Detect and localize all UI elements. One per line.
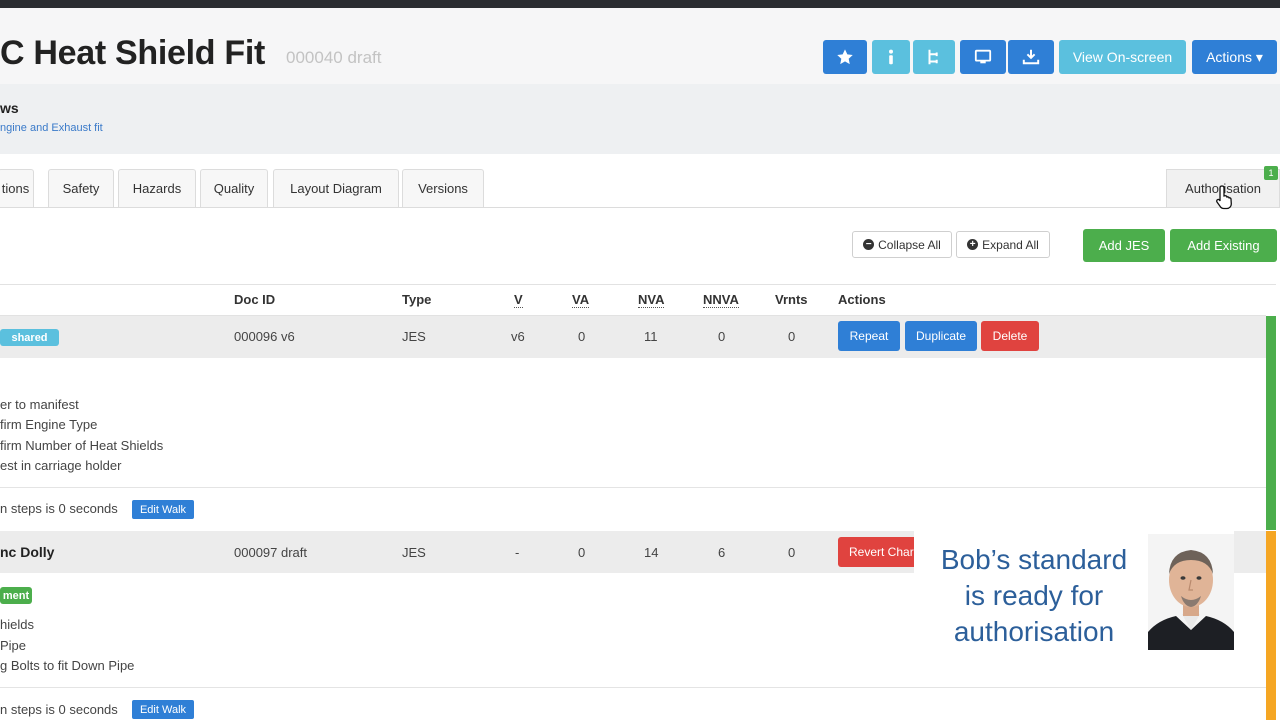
status-badge: ment — [0, 587, 32, 604]
view-onscreen-button[interactable]: View On-screen — [1059, 40, 1186, 74]
collapse-all-button[interactable]: − Collapse All — [852, 231, 952, 258]
document-section-title: ws — [0, 100, 19, 116]
step-item: g Bolts to fit Down Pipe — [0, 658, 135, 673]
walk-time-text: n steps is 0 seconds — [0, 501, 118, 516]
download-icon — [1022, 49, 1040, 65]
table-row[interactable] — [0, 316, 1266, 358]
edit-walk-button[interactable]: Edit Walk — [132, 500, 194, 519]
edit-walk-button[interactable]: Edit Walk — [132, 700, 194, 719]
row-nva: 14 — [644, 545, 659, 560]
table-header-top-border — [0, 284, 1276, 285]
overlay-line-1: Bob’s standard — [940, 544, 1128, 575]
tab-options[interactable]: tions — [0, 169, 34, 207]
hierarchy-button[interactable] — [913, 40, 955, 74]
row-type: JES — [402, 545, 426, 560]
expand-all-button[interactable]: + Expand All — [956, 231, 1050, 258]
row-name: nc Dolly — [0, 544, 55, 560]
column-v: V — [514, 292, 523, 308]
column-va: VA — [572, 292, 590, 308]
step-item: firm Engine Type — [0, 417, 98, 432]
monitor-icon — [974, 49, 992, 64]
step-item: est in carriage holder — [0, 458, 122, 473]
step-item: firm Number of Heat Shields — [0, 438, 164, 453]
repeat-button[interactable]: Repeat — [838, 321, 900, 351]
tab-safety[interactable]: Safety — [48, 169, 114, 207]
revert-changes-button[interactable]: Revert Char — [838, 537, 918, 567]
shared-badge: shared — [0, 329, 59, 346]
step-item: hields — [0, 617, 34, 632]
document-info: ws ngine and Exhaust fit — [0, 84, 1280, 154]
column-nva: NVA — [638, 292, 665, 308]
step-item: Pipe — [0, 638, 27, 653]
tab-versions[interactable]: Versions — [402, 169, 484, 207]
presenter-photo — [1148, 534, 1234, 650]
row-nnva: 0 — [718, 329, 726, 344]
duplicate-button[interactable]: Duplicate — [905, 321, 977, 351]
delete-button[interactable]: Delete — [981, 321, 1039, 351]
row-nva: 11 — [644, 329, 658, 344]
row-doc-id: 000097 draft — [234, 545, 308, 560]
overlay-caption: Bob’s standard is ready for authorisatio… — [914, 542, 1154, 650]
row-v: v6 — [511, 329, 525, 344]
tab-quality[interactable]: Quality — [200, 169, 268, 207]
row-v: - — [515, 545, 520, 560]
plus-circle-icon: + — [967, 239, 979, 250]
add-existing-button[interactable]: Add Existing — [1170, 229, 1277, 262]
walk-time-text: n steps is 0 seconds — [0, 702, 118, 717]
page-title: C Heat Shield Fit — [0, 34, 266, 72]
step-item: er to manifest — [0, 397, 79, 412]
row-status-bar — [1266, 531, 1276, 720]
row-status-bar — [1266, 316, 1276, 530]
tab-hazards[interactable]: Hazards — [118, 169, 196, 207]
tab-layout-diagram[interactable]: Layout Diagram — [273, 169, 399, 207]
row-doc-id: 000096 v6 — [234, 329, 295, 344]
expand-all-label: Expand All — [982, 237, 1039, 252]
page-doc-id: 000040 draft — [286, 48, 382, 67]
column-type: Type — [402, 292, 432, 307]
video-caption-overlay: Bob’s standard is ready for authorisatio… — [914, 516, 1234, 660]
row-type: JES — [402, 329, 426, 344]
star-icon — [837, 49, 853, 65]
column-doc-id: Doc ID — [234, 292, 276, 307]
row-nnva: 6 — [718, 545, 726, 560]
row-divider — [0, 687, 1266, 688]
column-variants: Vrnts — [775, 292, 808, 307]
info-button[interactable] — [872, 40, 910, 74]
row-variants: 0 — [788, 329, 796, 344]
tree-icon — [928, 49, 938, 65]
column-actions: Actions — [838, 292, 886, 307]
download-button[interactable] — [1008, 40, 1054, 74]
mouse-pointer-icon — [1216, 185, 1232, 210]
row-va: 0 — [578, 329, 586, 344]
column-nnva: NNVA — [703, 292, 739, 308]
minus-circle-icon: − — [863, 239, 875, 250]
add-jes-button[interactable]: Add JES — [1083, 229, 1165, 262]
present-button[interactable] — [960, 40, 1006, 74]
row-variants: 0 — [788, 545, 796, 560]
overlay-line-2: is ready for — [964, 580, 1104, 611]
tab-bar: tions Safety Hazards Quality Layout Diag… — [0, 154, 1280, 208]
overlay-line-3: authorisation — [953, 616, 1115, 647]
row-divider — [0, 487, 1266, 488]
actions-dropdown-button[interactable]: Actions ▾ — [1192, 40, 1277, 74]
favorite-button[interactable] — [823, 40, 867, 74]
collapse-all-label: Collapse All — [878, 237, 941, 252]
info-icon — [889, 49, 893, 65]
page-header: C Heat Shield Fit 000040 draft View On-s… — [0, 8, 1280, 84]
document-parent-link[interactable]: ngine and Exhaust fit — [0, 122, 103, 134]
top-bar — [0, 0, 1280, 8]
row-va: 0 — [578, 545, 586, 560]
authorisation-count-badge: 1 — [1264, 166, 1278, 180]
